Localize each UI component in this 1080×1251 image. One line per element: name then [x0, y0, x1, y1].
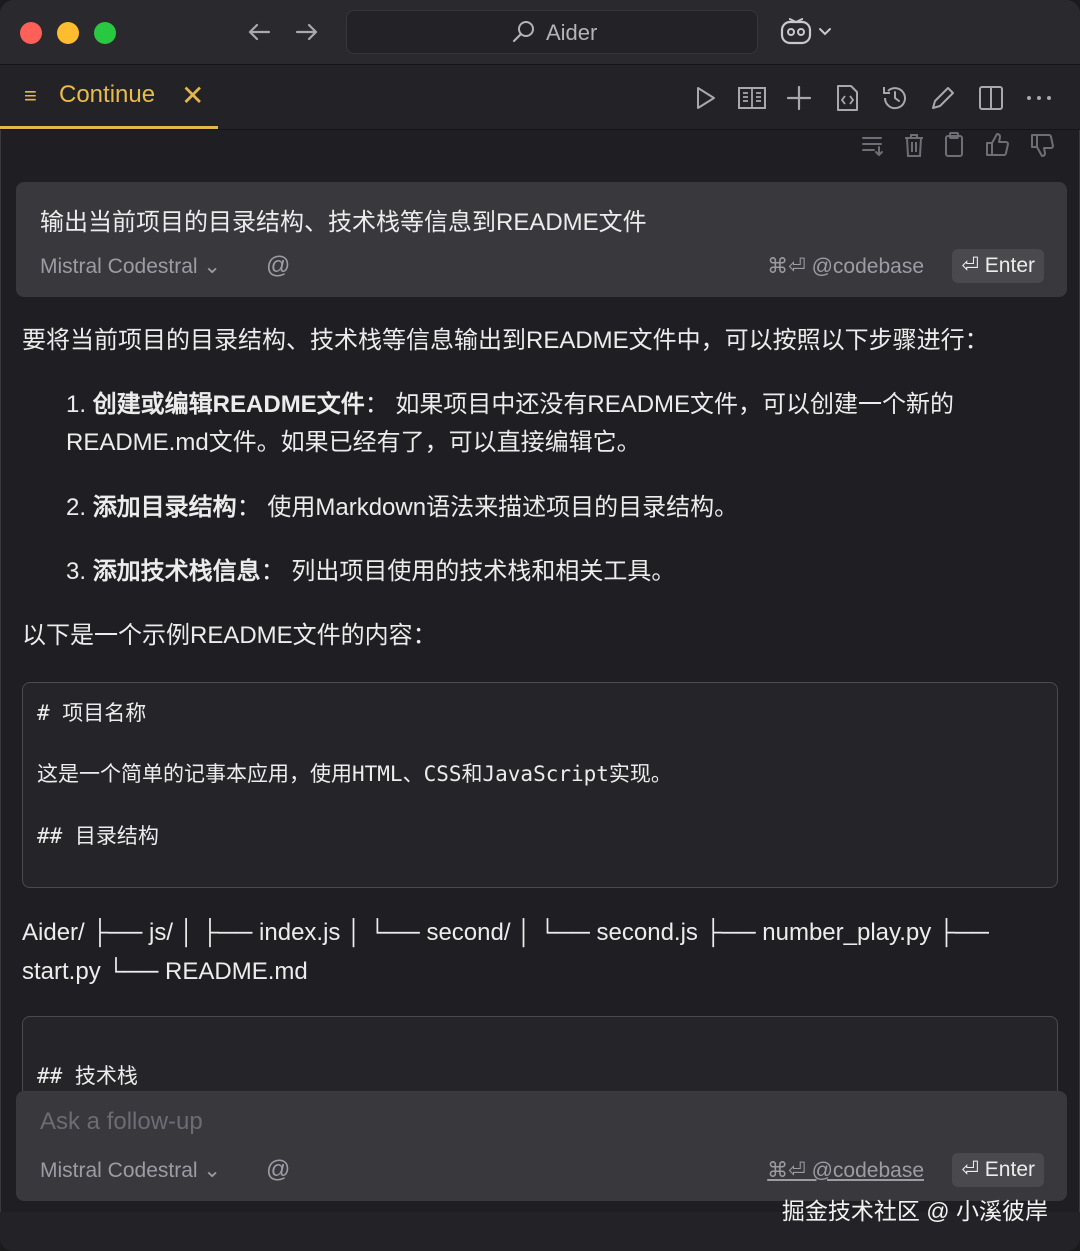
response-intro: 要将当前项目的目录结构、技术栈等信息输出到README文件中，可以按照以下步骤进…	[22, 327, 989, 354]
enter-button[interactable]: ⏎ Enter	[952, 1153, 1044, 1187]
list-title: 添加技术栈信息	[92, 558, 261, 585]
search-label: Aider	[546, 20, 598, 45]
list-sep: ：	[236, 494, 261, 521]
zoom-window-button[interactable]	[94, 22, 116, 44]
list-number: 2.	[66, 494, 87, 521]
at-mention-icon[interactable]: @	[266, 252, 290, 280]
list-title: 创建或编辑README文件	[92, 391, 365, 418]
list-item: 3. 添加技术栈信息： 列出项目使用的技术栈和相关工具。	[66, 553, 1026, 591]
user-message-card[interactable]: 输出当前项目的目录结构、技术栈等信息到README文件 Mistral Code…	[16, 182, 1067, 297]
directory-tree-text: Aider/ ├── js/ │ ├── index.js │ └── seco…	[22, 919, 989, 985]
book-open-icon[interactable]	[737, 83, 767, 113]
command-center-search[interactable]: Aider	[346, 10, 758, 54]
watermark: 掘金技术社区 @ 小溪彼岸	[781, 1198, 1048, 1224]
chevron-down-icon: ⌄	[203, 255, 221, 278]
tab-bar: ≡ Continue ✕	[0, 65, 1080, 130]
enter-button[interactable]: ⏎ Enter	[952, 249, 1044, 283]
list-item: 2. 添加目录结构： 使用Markdown语法来描述项目的目录结构。	[66, 489, 1026, 527]
tab-continue[interactable]: ≡ Continue ✕	[0, 65, 218, 129]
close-window-button[interactable]	[20, 22, 42, 44]
list-text: 使用Markdown语法来描述项目的目录结构。	[267, 494, 739, 521]
example-intro: 以下是一个示例README文件的内容：	[22, 622, 437, 649]
list-title: 添加目录结构	[92, 494, 237, 521]
user-message-text: 输出当前项目的目录结构、技术栈等信息到README文件	[40, 209, 647, 236]
app-window: Aider ≡ Continue ✕ 输出当前项目的目录结构、技术栈等信息到RE…	[0, 0, 1080, 1251]
model-selector[interactable]: Mistral Codestral ⌄	[40, 1158, 221, 1183]
arrow-right-icon[interactable]	[291, 16, 323, 48]
code-line: ## 目录结构	[37, 824, 159, 848]
collapse-list-icon[interactable]	[860, 131, 886, 159]
plus-icon[interactable]	[784, 83, 814, 113]
split-editor-icon[interactable]	[976, 83, 1006, 113]
model-selector[interactable]: Mistral Codestral ⌄	[40, 254, 221, 279]
pencil-icon[interactable]	[928, 83, 958, 113]
code-line: 这是一个简单的记事本应用，使用HTML、CSS和JavaScript实现。	[37, 762, 672, 786]
codebase-shortcut[interactable]: ⌘⏎ @codebase	[767, 254, 924, 279]
arrow-left-icon[interactable]	[243, 16, 275, 48]
list-sep: ：	[260, 558, 285, 585]
more-icon[interactable]	[1024, 83, 1054, 113]
tab-label: Continue	[59, 81, 156, 108]
copilot-icon[interactable]	[780, 17, 834, 47]
menu-lines-icon: ≡	[24, 83, 37, 108]
trash-icon[interactable]	[901, 131, 927, 159]
list-text: 列出项目使用的技术栈和相关工具。	[291, 558, 676, 585]
title-bar: Aider	[0, 0, 1080, 65]
code-block[interactable]: # 项目名称 这是一个简单的记事本应用，使用HTML、CSS和JavaScrip…	[22, 682, 1058, 888]
list-item: 1. 创建或编辑README文件： 如果项目中还没有README文件，可以创建一…	[66, 386, 1026, 462]
followup-placeholder: Ask a follow-up	[40, 1108, 203, 1135]
model-name: Mistral Codestral	[40, 1159, 198, 1182]
close-icon[interactable]: ✕	[181, 79, 204, 112]
thumbs-up-icon[interactable]	[984, 131, 1010, 159]
search-icon	[511, 19, 537, 45]
thumbs-down-icon[interactable]	[1029, 131, 1055, 159]
chevron-down-icon: ⌄	[203, 1159, 221, 1182]
followup-input[interactable]: Ask a follow-up Mistral Codestral ⌄ @ ⌘⏎…	[16, 1091, 1067, 1201]
minimize-window-button[interactable]	[57, 22, 79, 44]
list-sep: ：	[364, 391, 389, 418]
code-line: # 项目名称	[37, 701, 147, 725]
list-number: 3.	[66, 558, 87, 585]
model-name: Mistral Codestral	[40, 255, 198, 278]
at-mention-icon[interactable]: @	[266, 1156, 290, 1184]
list-number: 1.	[66, 391, 87, 418]
play-icon[interactable]	[690, 83, 720, 113]
codebase-shortcut[interactable]: ⌘⏎ @codebase	[767, 1158, 924, 1183]
code-line: ## 技术栈	[37, 1064, 138, 1088]
history-icon[interactable]	[880, 83, 910, 113]
code-file-icon[interactable]	[832, 83, 862, 113]
clipboard-icon[interactable]	[941, 131, 967, 159]
